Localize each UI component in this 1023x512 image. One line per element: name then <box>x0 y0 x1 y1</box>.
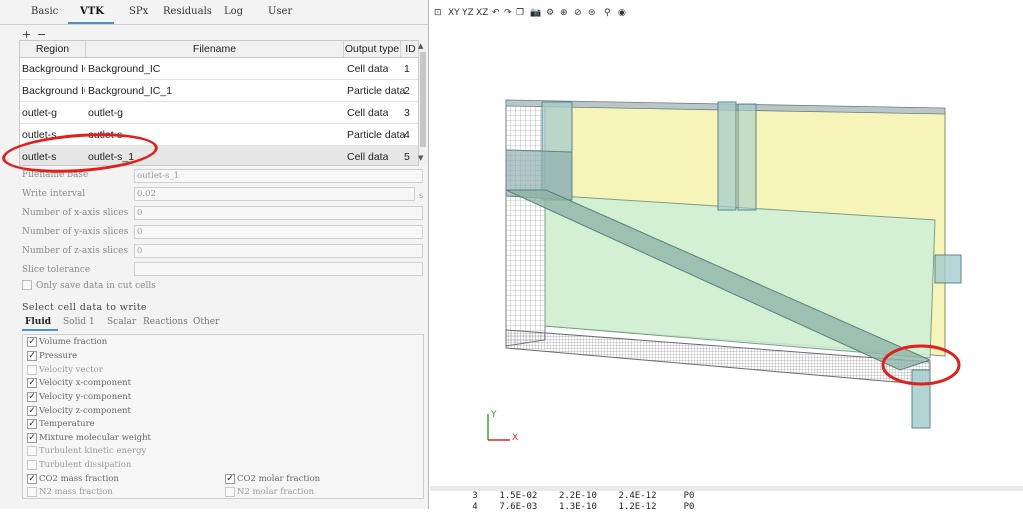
checkbox-label: N2 molar fraction <box>237 487 315 497</box>
write-interval-label: Write interval <box>22 189 86 199</box>
cell-filename: outlet-g <box>88 107 124 119</box>
subtab-scalar[interactable]: Scalar <box>107 317 136 327</box>
write-interval-field[interactable]: 0.02 <box>134 187 415 201</box>
checkbox[interactable] <box>27 446 37 456</box>
cell-region: outlet-g <box>22 107 58 119</box>
checkbox[interactable]: ✓ <box>27 392 37 402</box>
checkbox-label: CO2 molar fraction <box>237 474 321 484</box>
inlet-pipe-center <box>717 101 737 211</box>
y-slices-label: Number of y-axis slices <box>22 227 129 237</box>
checkbox[interactable]: ✓ <box>27 351 37 361</box>
table-row[interactable]: Background IC Background_IC_1 Particle d… <box>20 80 418 102</box>
column-header-output-type[interactable]: Output type <box>344 41 401 58</box>
table-row[interactable]: outlet-g outlet-g Cell data 3 <box>20 102 418 124</box>
select-cell-data-heading: Select cell data to write <box>22 302 147 313</box>
cell-output-type: Particle data <box>347 129 406 141</box>
mesh-left-wall <box>505 99 546 347</box>
checkbox[interactable] <box>225 487 235 497</box>
subtab-reactions[interactable]: Reactions <box>143 317 188 327</box>
column-header-region[interactable]: Region <box>20 41 86 58</box>
tab-vtk[interactable]: VTK <box>80 6 104 17</box>
checkbox[interactable]: ✓ <box>27 378 37 388</box>
cell-output-type: Cell data <box>347 107 389 119</box>
cell-region: Background IC <box>22 63 85 75</box>
cell-id: 2 <box>404 85 410 97</box>
write-interval-unit: s <box>419 191 424 200</box>
checkbox-label: Temperature <box>39 419 95 429</box>
slice-tolerance-label: Slice tolerance <box>22 265 91 275</box>
cell-output-type: Cell data <box>347 151 389 163</box>
checkbox-label: Turbulent dissipation <box>39 460 132 470</box>
x-axis-label: X <box>512 433 518 443</box>
tab-residuals[interactable]: Residuals <box>163 6 212 17</box>
checkbox-label: Turbulent kinetic energy <box>39 446 147 456</box>
checkbox[interactable]: ✓ <box>225 474 235 484</box>
side-outlet <box>934 254 962 284</box>
console-line: 3 1.5E-02 2.2E-10 2.4E-12 P0 <box>456 491 695 501</box>
console-line: 4 7.6E-03 1.3E-10 1.2E-12 P0 <box>456 502 695 512</box>
filename-base-field[interactable]: outlet-s_1 <box>134 169 423 183</box>
tab-basic[interactable]: Basic <box>31 6 58 17</box>
checkbox-label: Velocity y-component <box>39 392 132 402</box>
cell-id: 4 <box>404 129 410 141</box>
cell-id: 3 <box>404 107 410 119</box>
scroll-down-arrow-icon[interactable]: ▼ <box>418 154 423 162</box>
checkbox[interactable] <box>27 365 37 375</box>
cell-output-type: Cell data <box>347 63 389 75</box>
checkbox[interactable]: ✓ <box>27 406 37 416</box>
checkbox-label: N2 mass fraction <box>39 487 113 497</box>
checkbox[interactable]: ✓ <box>27 337 37 347</box>
z-slices-field[interactable]: 0 <box>134 244 423 258</box>
cell-filename: Background_IC_1 <box>88 85 173 97</box>
3d-geometry-view[interactable]: Y X <box>430 0 1023 486</box>
cell-filename: Background_IC <box>88 63 161 75</box>
tab-log[interactable]: Log <box>224 6 243 17</box>
tab-user[interactable]: User <box>268 6 292 17</box>
checkbox-label: Volume fraction <box>39 337 108 347</box>
inlet-pipe-center-2 <box>737 103 757 211</box>
console-output: 3 1.5E-02 2.2E-10 2.4E-12 P0 4 7.6E-03 1… <box>430 486 1023 512</box>
checkbox-label: Pressure <box>39 351 78 361</box>
checkbox[interactable] <box>27 487 37 497</box>
checkbox-label: Velocity vector <box>39 365 103 375</box>
checkbox[interactable] <box>27 460 37 470</box>
scrollbar-thumb[interactable] <box>420 52 426 147</box>
tab-bar: Basic VTK SPx Residuals Log User <box>0 3 429 25</box>
bottom-outlet <box>911 369 931 429</box>
scroll-up-arrow-icon[interactable]: ▲ <box>418 42 423 50</box>
subtab-fluid[interactable]: Fluid <box>25 317 51 327</box>
tab-spx[interactable]: SPx <box>129 6 148 17</box>
column-header-filename[interactable]: Filename <box>86 41 344 58</box>
x-slices-label: Number of x-axis slices <box>22 208 129 218</box>
table-row[interactable]: Background IC Background_IC Cell data 1 <box>20 58 418 80</box>
viewport-panel[interactable]: ⊡ XY YZ XZ ↶ ↷ ❐ 📷 ⚙ ⊕ ⊘ ⊜ ⚲ ◉ Y X <box>430 0 1023 509</box>
save-cut-cells-checkbox[interactable] <box>22 280 32 290</box>
checkbox[interactable]: ✓ <box>27 433 37 443</box>
checkbox-label: CO2 mass fraction <box>39 474 119 484</box>
x-slices-field[interactable]: 0 <box>134 206 423 220</box>
cell-output-type: Particle data <box>347 85 406 97</box>
cell-region: Background IC <box>22 85 85 97</box>
z-slices-label: Number of z-axis slices <box>22 246 129 256</box>
slice-tolerance-field[interactable] <box>134 262 423 276</box>
y-axis-label: Y <box>490 410 497 420</box>
left-panel: Basic VTK SPx Residuals Log User + − Reg… <box>0 0 429 509</box>
checkbox-label: Mixture molecular weight <box>39 433 151 443</box>
column-header-id[interactable]: ID <box>401 41 418 58</box>
checkbox-label: Velocity x-component <box>39 378 132 388</box>
cell-id: 5 <box>404 151 410 163</box>
y-slices-field[interactable]: 0 <box>134 225 423 239</box>
subtab-other[interactable]: Other <box>193 317 219 327</box>
subtab-solid-1[interactable]: Solid 1 <box>63 317 95 327</box>
checkbox[interactable]: ✓ <box>27 419 37 429</box>
tab-bar-divider <box>0 24 429 25</box>
checkbox[interactable]: ✓ <box>27 474 37 484</box>
active-subtab-indicator <box>22 329 58 331</box>
checkbox-label: Velocity z-component <box>39 406 131 416</box>
save-cut-cells-label: Only save data in cut cells <box>36 281 156 291</box>
cell-id: 1 <box>404 63 410 75</box>
